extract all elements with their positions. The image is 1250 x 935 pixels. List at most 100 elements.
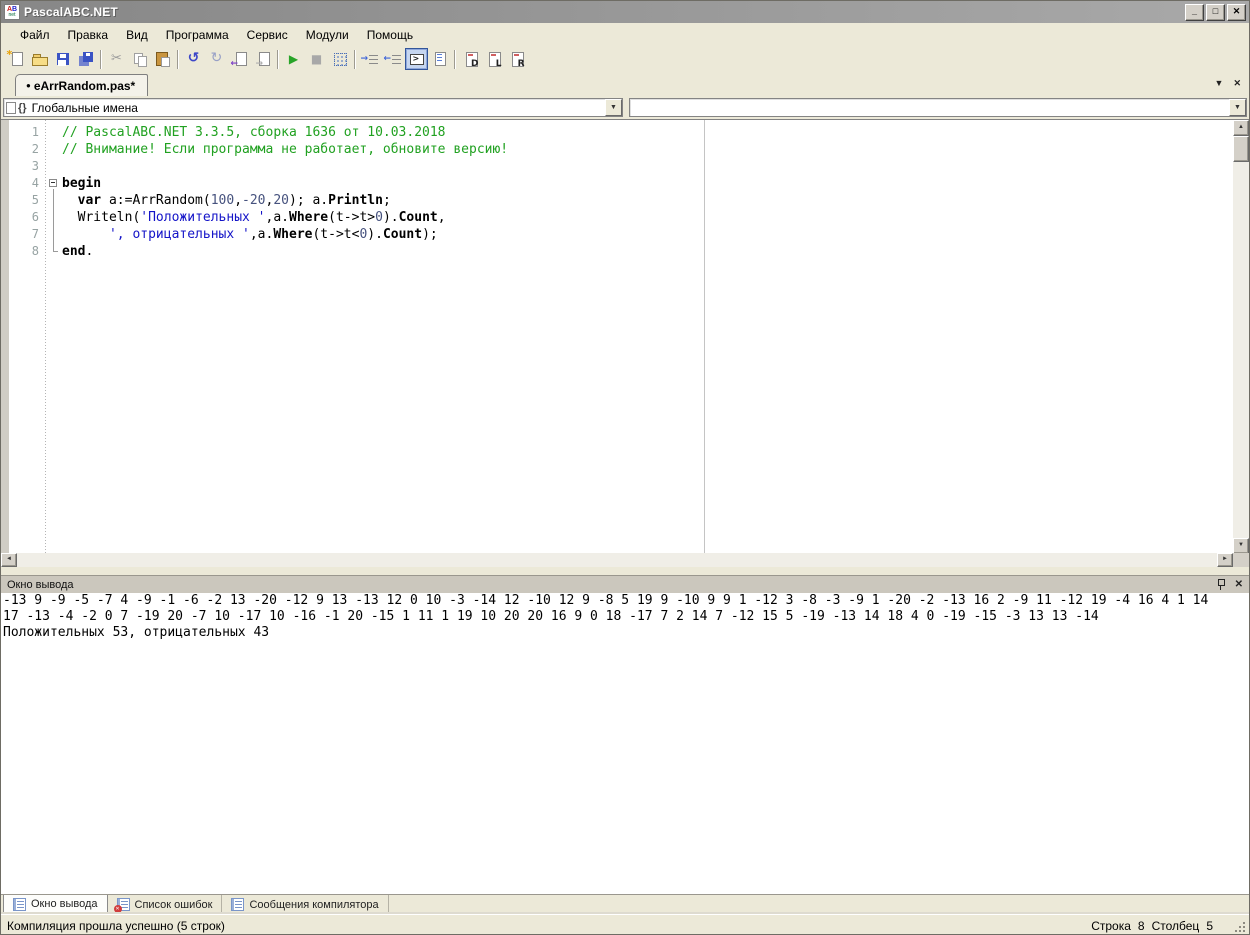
code-line[interactable]: 6 Writeln('Положительных ',a.Where(t->t>…	[1, 209, 1249, 226]
scroll-right-icon[interactable]: ►	[1217, 553, 1233, 567]
menu-item-2[interactable]: Вид	[117, 25, 157, 45]
toolbar-separator	[100, 49, 102, 69]
line-number: 8	[31, 244, 39, 258]
column-label: Столбец	[1151, 918, 1200, 933]
template-l-button[interactable]: L	[482, 48, 505, 70]
document-tab[interactable]: ● eArrRandom.pas*	[15, 74, 149, 96]
close-icon[interactable]: ✕	[1227, 3, 1246, 21]
menu-item-4[interactable]: Сервис	[238, 25, 297, 45]
code-lines: 1 // PascalABC.NET 3.3.5, сборка 1636 от …	[1, 120, 1249, 260]
menu-item-5[interactable]: Модули	[297, 25, 358, 45]
template-letter: D	[471, 59, 479, 69]
show-console-button[interactable]	[405, 48, 428, 70]
editor-horizontal-scrollbar[interactable]: ◄ ►	[1, 553, 1233, 567]
menu-item-0[interactable]: Файл	[11, 25, 59, 45]
line-number: 2	[31, 142, 39, 156]
redo-icon: ↻	[210, 50, 223, 66]
line-number: 4	[31, 176, 39, 190]
template-letter: L	[495, 59, 502, 69]
menu-item-6[interactable]: Помощь	[358, 25, 422, 45]
pin-icon[interactable]	[1216, 578, 1226, 591]
template-r-button[interactable]: R	[505, 48, 528, 70]
line-value: 8	[1137, 918, 1145, 933]
scroll-up-icon[interactable]: ▲	[1233, 120, 1249, 136]
nav-forward-icon	[255, 51, 271, 69]
toolbar-separator	[277, 49, 279, 69]
stop-icon: ■	[310, 52, 323, 66]
menu-item-3[interactable]: Программа	[157, 25, 238, 45]
document-tab-strip: ● eArrRandom.pas* ▼ ✕	[1, 72, 1249, 96]
code-line[interactable]: 4 begin	[1, 175, 1249, 192]
fold-gutter	[45, 209, 62, 226]
bottom-tab-strip: Окно вывода Список ошибок Сообщения компил…	[1, 894, 1249, 914]
code-text: end.	[62, 244, 94, 259]
output-line: -13 9 -9 -5 -7 4 -9 -1 -6 -2 13 -20 -12 …	[3, 593, 1209, 608]
open-file-button[interactable]	[28, 48, 51, 70]
nav-back-button[interactable]	[228, 48, 251, 70]
fold-collapse-icon[interactable]	[45, 175, 62, 192]
copy-button[interactable]	[128, 48, 151, 70]
code-line[interactable]: 3	[1, 158, 1249, 175]
show-console-icon	[409, 51, 425, 67]
status-message: Компиляция прошла успешно (5 строк)	[7, 918, 225, 933]
maximize-icon[interactable]: □	[1206, 3, 1225, 21]
editor-vertical-scrollbar[interactable]: ▲ ▼	[1233, 120, 1249, 553]
line-number: 5	[31, 193, 39, 207]
outdent-button[interactable]	[382, 48, 405, 70]
line-number: 1	[31, 125, 39, 139]
resize-grip-icon[interactable]	[1234, 921, 1246, 933]
paste-icon	[155, 51, 171, 67]
tab-list-icon[interactable]: ▼	[1215, 78, 1224, 89]
globals-combo-arrow-icon[interactable]: ▼	[605, 99, 622, 116]
braces-icon: {}	[18, 101, 27, 114]
watch-window-button[interactable]	[328, 48, 351, 70]
nav-forward-button[interactable]	[251, 48, 274, 70]
members-combo-arrow-icon[interactable]: ▼	[1229, 99, 1246, 116]
line-label: Строка	[1091, 918, 1131, 933]
format-code-button[interactable]	[428, 48, 451, 70]
scroll-down-icon[interactable]: ▼	[1233, 538, 1249, 553]
code-line[interactable]: 2 // Внимание! Если программа не работает…	[1, 141, 1249, 158]
indent-icon	[361, 51, 379, 67]
undo-button[interactable]: ↺	[182, 48, 205, 70]
code-line[interactable]: 7 ', отрицательных ',a.Where(t->t<0).Cou…	[1, 226, 1249, 243]
save-all-button[interactable]	[74, 48, 97, 70]
code-line[interactable]: 8 end.	[1, 243, 1249, 260]
output-close-icon[interactable]: ✕	[1235, 578, 1243, 591]
code-line[interactable]: 5 var a:=ArrRandom(100,-20,20); a.Printl…	[1, 192, 1249, 209]
code-text: // Внимание! Если программа не работает,…	[62, 142, 509, 157]
fold-gutter	[45, 124, 62, 141]
members-combo[interactable]: ▼	[629, 98, 1247, 117]
minimize-icon[interactable]: _	[1185, 3, 1204, 21]
paste-button[interactable]	[151, 48, 174, 70]
new-file-button[interactable]	[5, 48, 28, 70]
bottom-tab-error-list[interactable]: Список ошибок	[108, 895, 223, 914]
tab-close-icon[interactable]: ✕	[1233, 78, 1241, 89]
fold-gutter	[45, 158, 62, 175]
code-editor[interactable]: 1 // PascalABC.NET 3.3.5, сборка 1636 от …	[1, 119, 1249, 553]
globals-combo[interactable]: {} Глобальные имена ▼	[3, 98, 623, 117]
output-panel-content[interactable]: -13 9 -9 -5 -7 4 -9 -1 -6 -2 13 -20 -12 …	[1, 593, 1249, 894]
stop-button[interactable]: ■	[305, 48, 328, 70]
cut-button[interactable]: ✂	[105, 48, 128, 70]
status-bar: Компиляция прошла успешно (5 строк) Стро…	[1, 914, 1249, 934]
vertical-scroll-thumb[interactable]	[1233, 136, 1249, 162]
bottom-tab-compiler-messages[interactable]: Сообщения компилятора	[222, 895, 389, 914]
scroll-left-icon[interactable]: ◄	[1, 553, 17, 567]
template-d-icon: D	[463, 51, 479, 69]
menu-item-1[interactable]: Правка	[59, 25, 118, 45]
output-panel-title: Окно вывода	[7, 578, 74, 591]
code-line[interactable]: 1 // PascalABC.NET 3.3.5, сборка 1636 от …	[1, 124, 1249, 141]
template-l-icon: L	[486, 51, 502, 69]
bottom-tab-output-window[interactable]: Окно вывода	[3, 895, 108, 914]
code-text: begin	[62, 176, 102, 191]
globals-combo-value: Глобальные имена	[31, 100, 138, 115]
navigator-row: {} Глобальные имена ▼ ▼	[1, 96, 1249, 119]
template-d-button[interactable]: D	[459, 48, 482, 70]
save-file-button[interactable]	[51, 48, 74, 70]
line-number: 7	[31, 227, 39, 241]
indent-button[interactable]	[359, 48, 382, 70]
redo-button[interactable]: ↻	[205, 48, 228, 70]
nav-back-icon	[231, 51, 248, 69]
run-button[interactable]: ▶	[282, 48, 305, 70]
